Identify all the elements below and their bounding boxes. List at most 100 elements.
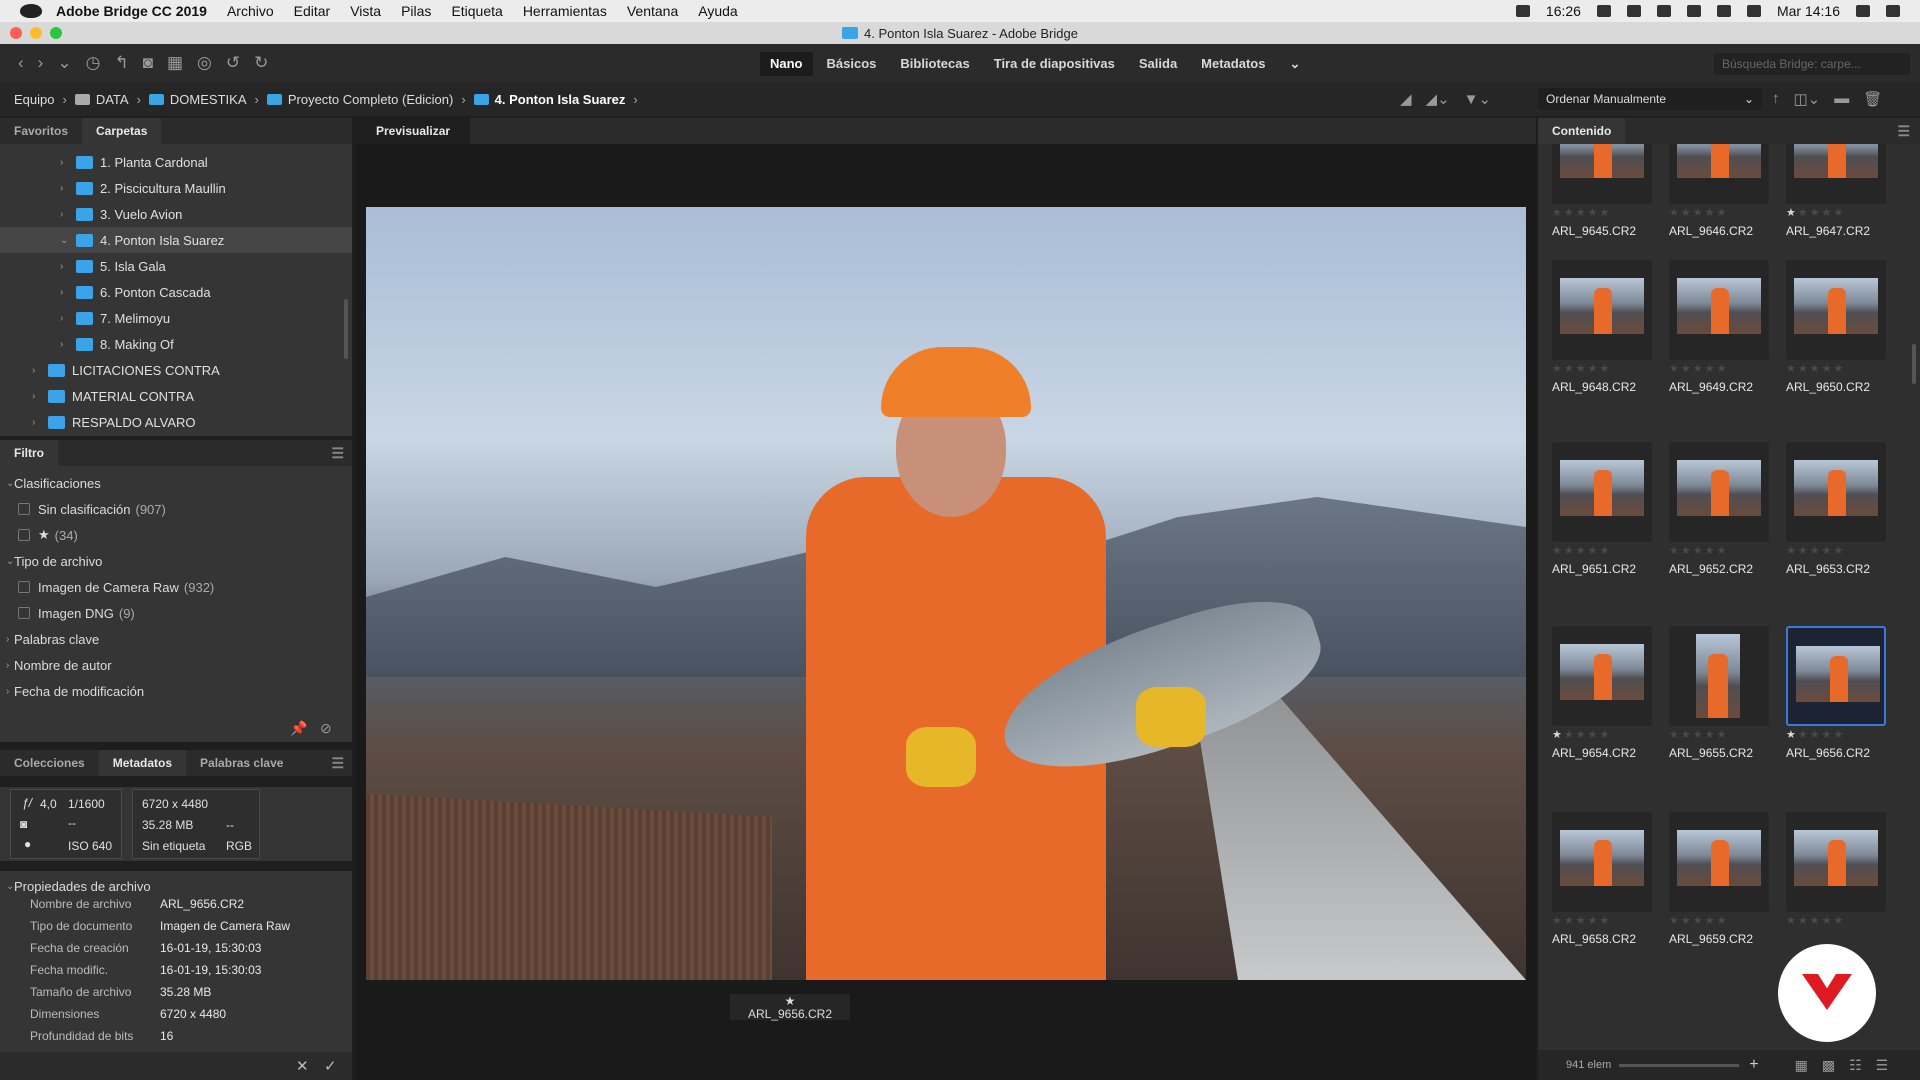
tab-carpetas[interactable]: Carpetas — [82, 118, 162, 144]
filter-group-keywords[interactable]: › Palabras clave — [0, 626, 352, 652]
open-recent-icon[interactable]: ◫⌄ — [1794, 90, 1821, 108]
chevron-right-icon[interactable]: › — [0, 634, 14, 645]
star-rating[interactable]: ★★★★★ — [1786, 914, 1845, 927]
star-icon[interactable]: ★ — [1588, 363, 1600, 375]
filter-option[interactable]: ★ (34) — [0, 522, 352, 548]
star-icon[interactable]: ★ — [1798, 363, 1810, 375]
star-icon[interactable]: ★ — [1669, 363, 1681, 375]
tab-colecciones[interactable]: Colecciones — [0, 750, 99, 776]
chevron-down-icon[interactable]: ⌄ — [0, 881, 14, 892]
folder-item[interactable]: › 5. Isla Gala — [0, 253, 352, 279]
star-icon[interactable]: ★ — [1552, 207, 1564, 219]
star-rating[interactable]: ★★★★★ — [1552, 206, 1611, 219]
star-icon[interactable]: ★ — [1564, 545, 1576, 557]
chevron-right-icon[interactable]: › — [0, 686, 14, 697]
tab-previsualizar[interactable]: Previsualizar — [356, 118, 471, 144]
thumbnail-view-icon[interactable]: ▩ — [1822, 1057, 1835, 1074]
star-icon[interactable]: ★ — [1705, 545, 1717, 557]
star-icon[interactable]: ★ — [1669, 545, 1681, 557]
star-icon[interactable]: ★ — [1681, 729, 1693, 741]
folder-item-selected[interactable]: ⌄ 4. Ponton Isla Suarez — [0, 227, 352, 253]
folder-item[interactable]: › 6. Ponton Cascada — [0, 279, 352, 305]
thumbnail[interactable] — [1669, 260, 1769, 360]
folder-item[interactable]: › RESPALDO ALVARO — [0, 409, 352, 435]
star-icon[interactable]: ★ — [1576, 207, 1588, 219]
star-icon[interactable]: ★ — [1822, 545, 1834, 557]
star-icon[interactable]: ★ — [1786, 915, 1798, 927]
thumbnail[interactable] — [1786, 260, 1886, 360]
workspace-more-icon[interactable]: ⌄ — [1279, 52, 1310, 76]
tab-filtro[interactable]: Filtro — [0, 440, 58, 466]
menu-vista[interactable]: Vista — [350, 3, 381, 19]
grid-lock-icon[interactable]: ▦ — [1795, 1057, 1808, 1074]
star-icon[interactable]: ★ — [1786, 729, 1798, 741]
star-icon[interactable]: ★ — [1600, 207, 1612, 219]
workspace-basicos[interactable]: Básicos — [817, 52, 887, 76]
bluetooth-icon[interactable] — [1686, 5, 1701, 17]
panel-menu-icon[interactable]: ☰ — [331, 445, 344, 462]
star-icon[interactable]: ★ — [1798, 729, 1810, 741]
star-icon[interactable]: ★ — [1717, 545, 1729, 557]
tab-metadatos[interactable]: Metadatos — [98, 750, 187, 776]
star-icon[interactable]: ★ — [730, 995, 850, 1007]
crumb-current[interactable]: 4. Ponton Isla Suarez — [473, 92, 625, 107]
chevron-down-icon[interactable]: ⌄ — [0, 478, 14, 489]
clock[interactable]: Mar 14:16 — [1777, 3, 1840, 19]
new-folder-icon[interactable]: ▬ — [1834, 90, 1849, 108]
crumb-data[interactable]: DATA — [74, 92, 129, 107]
thumbnail[interactable] — [1669, 442, 1769, 542]
sort-dropdown[interactable]: Ordenar Manualmente ⌄ — [1538, 88, 1762, 110]
sync-icon[interactable] — [1626, 5, 1641, 17]
search-input[interactable]: Búsqueda Bridge: carpe... — [1714, 53, 1910, 75]
volume-icon[interactable] — [1746, 5, 1761, 17]
thumbnail[interactable] — [1552, 260, 1652, 360]
app-menu[interactable]: Adobe Bridge CC 2019 — [56, 3, 207, 19]
folder-item[interactable]: › 1. Planta Cardonal — [0, 149, 352, 175]
star-icon[interactable]: ★ — [1693, 363, 1705, 375]
star-rating[interactable]: ★★★★★ — [1669, 544, 1728, 557]
close-window-button[interactable] — [10, 27, 22, 39]
refine-icon[interactable]: ▦ — [167, 53, 183, 73]
thumbnail[interactable] — [1786, 442, 1886, 542]
star-icon[interactable]: ★ — [1834, 915, 1846, 927]
star-icon[interactable]: ★ — [1693, 207, 1705, 219]
details-view-icon[interactable]: ☷ — [1849, 1057, 1862, 1074]
list-view-icon[interactable]: ☰ — [1876, 1057, 1889, 1074]
thumbnail[interactable] — [1552, 812, 1652, 912]
filter-icon[interactable]: ▼⌄ — [1464, 90, 1491, 108]
star-rating[interactable]: ★★★★★ — [1669, 362, 1728, 375]
quality-icon[interactable]: ◢ — [1400, 90, 1412, 108]
pin-icon[interactable]: 📌 — [290, 720, 307, 737]
star-icon[interactable]: ★ — [1600, 363, 1612, 375]
star-icon[interactable]: ★ — [1705, 729, 1717, 741]
filter-checkbox[interactable] — [18, 607, 30, 619]
filter-group-modified[interactable]: › Fecha de modificación — [0, 678, 352, 704]
crumb-equipo[interactable]: Equipo — [14, 92, 54, 107]
filter-group-ratings[interactable]: ⌄ Clasificaciones — [0, 470, 352, 496]
star-rating[interactable]: ★★★★★ — [1786, 362, 1845, 375]
chevron-down-icon[interactable]: ⌄ — [0, 556, 14, 567]
star-icon[interactable]: ★ — [1786, 207, 1798, 219]
filter-checkbox[interactable] — [18, 581, 30, 593]
workspace-nano[interactable]: Nano — [760, 52, 813, 76]
battery-icon[interactable] — [1515, 5, 1530, 17]
crumb-domestika[interactable]: DOMESTIKA — [148, 92, 247, 107]
star-icon[interactable]: ★ — [1822, 207, 1834, 219]
filter-option[interactable]: Sin clasificación (907) — [0, 496, 352, 522]
panel-menu-icon[interactable]: ☰ — [331, 755, 344, 772]
star-rating[interactable]: ★★★★★ — [1669, 914, 1728, 927]
chevron-right-icon[interactable]: › — [60, 183, 72, 194]
zoom-window-button[interactable] — [50, 27, 62, 39]
spotlight-icon[interactable] — [1856, 5, 1870, 17]
workspace-tira[interactable]: Tira de diapositivas — [984, 52, 1125, 76]
star-icon[interactable]: ★ — [1576, 915, 1588, 927]
star-icon[interactable]: ★ — [1693, 915, 1705, 927]
thumbnail-size-slider[interactable] — [1619, 1063, 1740, 1067]
rating-filter-icon[interactable]: ◢⌄ — [1426, 90, 1450, 108]
star-icon[interactable]: ★ — [1564, 729, 1576, 741]
star-icon[interactable]: ★ — [1786, 363, 1798, 375]
star-icon[interactable]: ★ — [1681, 545, 1693, 557]
menu-editar[interactable]: Editar — [294, 3, 331, 19]
star-rating[interactable]: ★★★★★ — [1669, 206, 1728, 219]
star-icon[interactable]: ★ — [1588, 729, 1600, 741]
